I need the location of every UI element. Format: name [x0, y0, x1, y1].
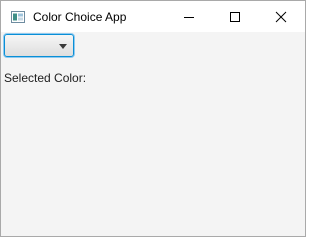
selected-color-label: Selected Color: — [4, 71, 87, 85]
close-icon — [275, 11, 287, 23]
content-pane: Selected Color: — [1, 32, 305, 236]
window-title: Color Choice App — [33, 10, 127, 24]
java-app-icon — [11, 11, 25, 23]
chevron-down-icon[interactable] — [59, 44, 67, 49]
color-combo-box[interactable] — [4, 34, 74, 57]
close-button[interactable] — [258, 1, 304, 32]
maximize-icon — [230, 12, 240, 22]
app-window: Color Choice App Selected Color: — [0, 0, 306, 237]
title-bar[interactable]: Color Choice App — [1, 1, 305, 32]
maximize-button[interactable] — [212, 1, 258, 32]
minimize-button[interactable] — [166, 1, 212, 32]
minimize-icon — [184, 17, 194, 18]
